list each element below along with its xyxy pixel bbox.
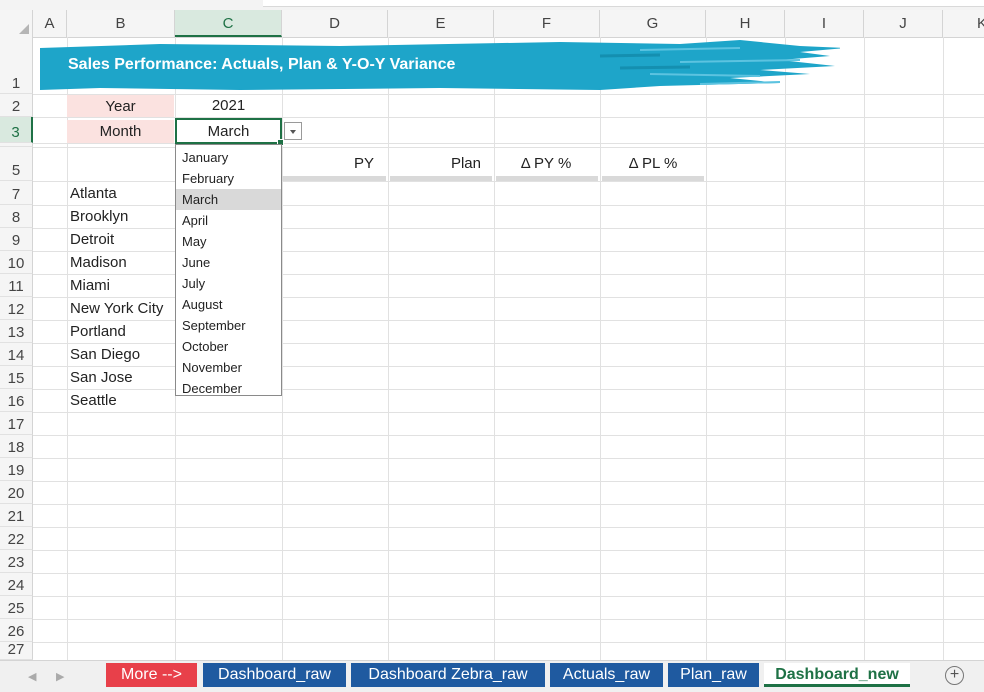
column-header-g[interactable]: G	[600, 10, 706, 37]
row-header-18[interactable]: 18	[0, 435, 33, 458]
row-header-13[interactable]: 13	[0, 320, 33, 343]
header-py: PY	[353, 155, 374, 172]
header-underline-delta-py	[496, 176, 598, 181]
header-underline-plan	[390, 176, 492, 181]
row-header-12[interactable]: 12	[0, 297, 33, 320]
dropdown-option-july[interactable]: July	[176, 273, 281, 294]
city-cell[interactable]: New York City	[70, 300, 163, 317]
sheet-tab-dashboard-new[interactable]: Dashboard_new	[764, 663, 910, 687]
city-cell[interactable]: Atlanta	[70, 185, 117, 202]
city-cell[interactable]: Miami	[70, 277, 110, 294]
row-header-17[interactable]: 17	[0, 412, 33, 435]
row-header-19[interactable]: 19	[0, 458, 33, 481]
next-sheet-icon[interactable]: ▶	[56, 670, 64, 683]
dropdown-option-june[interactable]: June	[176, 252, 281, 273]
add-sheet-icon[interactable]: +	[945, 666, 964, 685]
row-header-25[interactable]: 25	[0, 596, 33, 619]
dropdown-option-september[interactable]: September	[176, 315, 281, 336]
city-cell[interactable]: Detroit	[70, 231, 114, 248]
column-header-h[interactable]: H	[706, 10, 785, 37]
dropdown-option-may[interactable]: May	[176, 231, 281, 252]
year-value[interactable]: 2021	[175, 97, 282, 114]
row-header-11[interactable]: 11	[0, 274, 33, 297]
row-header-9[interactable]: 9	[0, 228, 33, 251]
column-header-j[interactable]: J	[864, 10, 943, 37]
row-header-23[interactable]: 23	[0, 550, 33, 573]
dropdown-option-november[interactable]: November	[176, 357, 281, 378]
city-cell[interactable]: San Jose	[70, 369, 133, 386]
column-header-f[interactable]: F	[494, 10, 600, 37]
sheet-tab-dashboard-raw[interactable]: Dashboard_raw	[203, 663, 346, 687]
city-cell[interactable]: San Diego	[70, 346, 140, 363]
select-all-corner[interactable]	[0, 10, 33, 37]
dropdown-arrow-button[interactable]	[284, 122, 302, 140]
column-header-i[interactable]: I	[785, 10, 864, 37]
city-cell[interactable]: Portland	[70, 323, 126, 340]
row-header-21[interactable]: 21	[0, 504, 33, 527]
month-cell[interactable]: March	[175, 118, 284, 146]
row-header-3[interactable]: 3	[0, 117, 33, 143]
header-delta-plan: Δ PL %	[628, 155, 678, 172]
row-header-20[interactable]: 20	[0, 481, 33, 504]
dropdown-option-december[interactable]: December	[176, 378, 281, 399]
row-header-16[interactable]: 16	[0, 389, 33, 412]
column-header-b[interactable]: B	[67, 10, 175, 37]
sheet-tab-more[interactable]: More -->	[106, 663, 197, 687]
banner-title: Sales Performance: Actuals, Plan & Y-O-Y…	[68, 56, 456, 73]
row-header-2[interactable]: 2	[0, 94, 33, 117]
dropdown-option-april[interactable]: April	[176, 210, 281, 231]
city-cell[interactable]: Madison	[70, 254, 127, 271]
header-underline-py	[282, 176, 386, 181]
dropdown-option-october[interactable]: October	[176, 336, 281, 357]
row-header-15[interactable]: 15	[0, 366, 33, 389]
column-header-a[interactable]: A	[33, 10, 67, 37]
dropdown-option-march[interactable]: March	[176, 189, 281, 210]
row-header-5[interactable]: 5	[0, 147, 33, 181]
title-banner: Sales Performance: Actuals, Plan & Y-O-Y…	[40, 40, 845, 91]
month-dropdown-list: January February March April May June Ju…	[175, 144, 282, 396]
header-underline-delta-plan	[602, 176, 704, 181]
header-plan: Plan	[450, 155, 481, 172]
row-header-27[interactable]: 27	[0, 641, 33, 660]
column-header-bar: A B C D E F G H I J K	[0, 10, 984, 38]
row-header-24[interactable]: 24	[0, 573, 33, 596]
column-header-k[interactable]: K	[943, 10, 984, 37]
sheet-tab-dashboard-zebra-raw[interactable]: Dashboard Zebra_raw	[351, 663, 545, 687]
column-header-c[interactable]: C	[175, 10, 282, 37]
row-header-14[interactable]: 14	[0, 343, 33, 366]
row-header-8[interactable]: 8	[0, 205, 33, 228]
row-header-26[interactable]: 26	[0, 619, 33, 642]
sheet-tab-plan-raw[interactable]: Plan_raw	[668, 663, 759, 687]
header-delta-py: Δ PY %	[520, 155, 572, 172]
prev-sheet-icon[interactable]: ◀	[28, 670, 36, 683]
dropdown-option-august[interactable]: August	[176, 294, 281, 315]
column-header-e[interactable]: E	[388, 10, 494, 37]
top-strip	[0, 0, 984, 10]
dropdown-option-january[interactable]: January	[176, 147, 281, 168]
year-label: Year	[67, 95, 174, 117]
sheet-tab-bar: ◀ ▶ More --> Dashboard_raw Dashboard Zeb…	[0, 660, 984, 692]
city-cell[interactable]: Brooklyn	[70, 208, 128, 225]
row-header-22[interactable]: 22	[0, 527, 33, 550]
column-header-d[interactable]: D	[282, 10, 388, 37]
dropdown-option-february[interactable]: February	[176, 168, 281, 189]
row-header-1[interactable]: 1	[0, 37, 33, 94]
city-cell[interactable]: Seattle	[70, 392, 117, 409]
row-header-7[interactable]: 7	[0, 181, 33, 205]
row-header-10[interactable]: 10	[0, 251, 33, 274]
sheet-tab-actuals-raw[interactable]: Actuals_raw	[550, 663, 663, 687]
month-label: Month	[67, 120, 174, 143]
